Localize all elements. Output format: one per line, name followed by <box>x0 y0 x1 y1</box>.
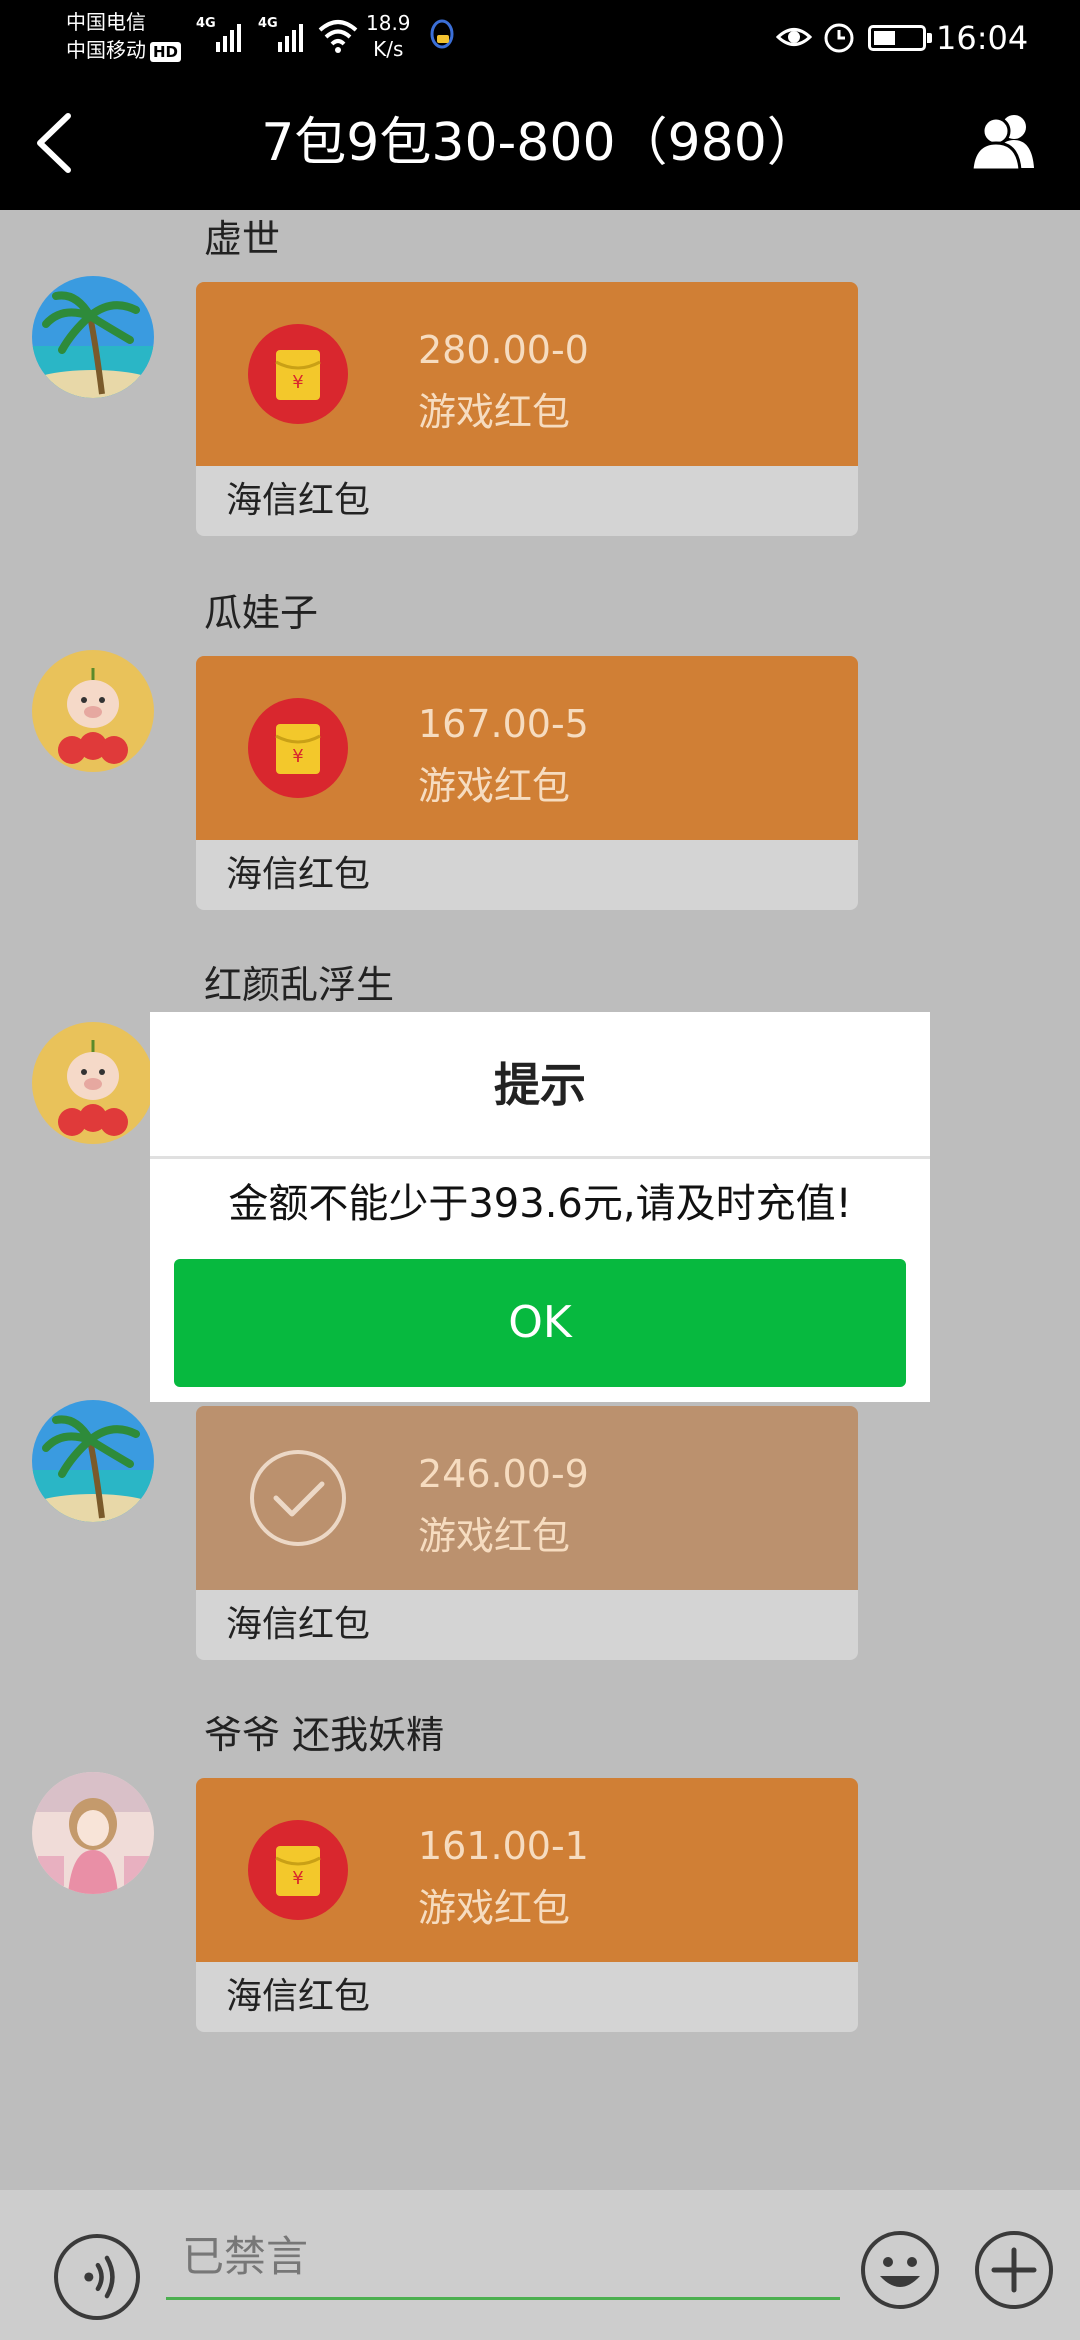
network-speed-value: 18.9 <box>366 11 411 35</box>
carrier-1: 中国电信 <box>66 10 146 34</box>
red-packet-footer: 海信红包 <box>196 1962 858 2032</box>
packet-amount: 161.00-1 <box>418 1824 589 1868</box>
signal-icon-2: 4G <box>258 16 303 52</box>
pig-strawberry-avatar[interactable] <box>32 1022 154 1144</box>
plus-icon[interactable] <box>974 2230 1054 2310</box>
packet-amount: 280.00-0 <box>418 328 589 372</box>
red-packet-top: ¥ 167.00-5 游戏红包 <box>196 656 858 840</box>
red-packet-card[interactable]: ¥ 280.00-0 游戏红包 海信红包 <box>196 282 858 536</box>
sender-name: 瓜娃子 <box>204 591 319 635</box>
network-speed-unit: K/s <box>373 37 404 61</box>
red-packet-icon: ¥ <box>248 1820 348 1920</box>
group-title: 7包9包30-800（980） <box>261 113 819 173</box>
voice-icon[interactable] <box>54 2234 140 2320</box>
red-packet-card[interactable]: ¥ 161.00-1 游戏红包 海信红包 <box>196 1778 858 2032</box>
carrier-info: 中国电信 中国移动 HD <box>66 8 182 64</box>
penguin-notification-icon <box>430 19 454 49</box>
battery-level <box>874 31 895 45</box>
sender-name: 虚世 <box>204 217 281 261</box>
group-members-icon[interactable] <box>970 110 1036 170</box>
packet-footer-label: 海信红包 <box>226 854 371 895</box>
dialog-title: 提示 <box>494 1058 586 1112</box>
red-packet-icon: ¥ <box>248 698 348 798</box>
ok-button[interactable]: OK <box>174 1259 906 1387</box>
red-packet-top: ¥ 280.00-0 游戏红包 <box>196 282 858 466</box>
message-item: 瓜娃子 ¥ 167.00-5 游戏红包 海信红包 <box>0 588 1080 918</box>
status-bar: 中国电信 中国移动 HD 4G 4G 18.9 K/s 16:04 <box>0 0 1080 76</box>
carrier-2: 中国移动 <box>66 38 146 62</box>
red-packet-icon: ¥ <box>248 324 348 424</box>
input-bar: 已禁言 <box>0 2190 1080 2340</box>
alert-dialog: 提示 金额不能少于393.6元,请及时充值! OK <box>150 1012 930 1402</box>
beach-palm-avatar[interactable] <box>32 1400 154 1522</box>
network-speed: 18.9 K/s <box>366 10 411 62</box>
red-packet-top: ¥ 161.00-1 游戏红包 <box>196 1778 858 1962</box>
packet-footer-label: 海信红包 <box>226 480 371 521</box>
red-packet-footer: 海信红包 <box>196 466 858 536</box>
chevron-left-icon[interactable] <box>28 110 84 176</box>
wifi-icon <box>318 20 358 53</box>
network-type-2: 4G <box>258 16 278 31</box>
chat-header: 7包9包30-800（980） <box>0 76 1080 210</box>
beach-palm-avatar[interactable] <box>32 276 154 398</box>
network-type-1: 4G <box>196 16 216 31</box>
packet-type: 游戏红包 <box>418 764 571 808</box>
sender-name: 红颜乱浮生 <box>204 963 395 1007</box>
red-packet-card[interactable]: ¥ 167.00-5 游戏红包 海信红包 <box>196 656 858 910</box>
packet-type: 游戏红包 <box>418 390 571 434</box>
packet-type: 游戏红包 <box>418 1886 571 1930</box>
battery-icon <box>868 25 932 51</box>
eye-comfort-icon <box>776 28 812 46</box>
dialog-message: 金额不能少于393.6元,请及时充值! <box>228 1181 852 1227</box>
alarm-icon <box>824 23 854 53</box>
message-item: 爷爷 还我妖精 ¥ 161.00-1 游戏红包 海信红包 <box>0 1710 1080 2040</box>
packet-footer-label: 海信红包 <box>226 1976 371 2017</box>
anime-girl-avatar[interactable] <box>32 1772 154 1894</box>
message-item: 虚世 ¥ 280.00-0 游戏红包 海信红包 <box>0 214 1080 544</box>
clock: 16:04 <box>936 19 1029 57</box>
red-packet-footer: 海信红包 <box>196 840 858 910</box>
message-input[interactable]: 已禁言 <box>166 2220 840 2300</box>
emoji-icon[interactable] <box>860 2230 940 2310</box>
svg-text:¥: ¥ <box>292 372 303 393</box>
dialog-divider <box>150 1156 930 1159</box>
svg-text:¥: ¥ <box>292 746 303 767</box>
svg-text:¥: ¥ <box>292 1868 303 1889</box>
packet-amount: 167.00-5 <box>418 702 589 746</box>
pig-strawberry-avatar[interactable] <box>32 650 154 772</box>
hd-badge: HD <box>150 41 182 62</box>
sender-name: 爷爷 还我妖精 <box>204 1713 445 1757</box>
signal-icon-1: 4G <box>196 16 241 52</box>
